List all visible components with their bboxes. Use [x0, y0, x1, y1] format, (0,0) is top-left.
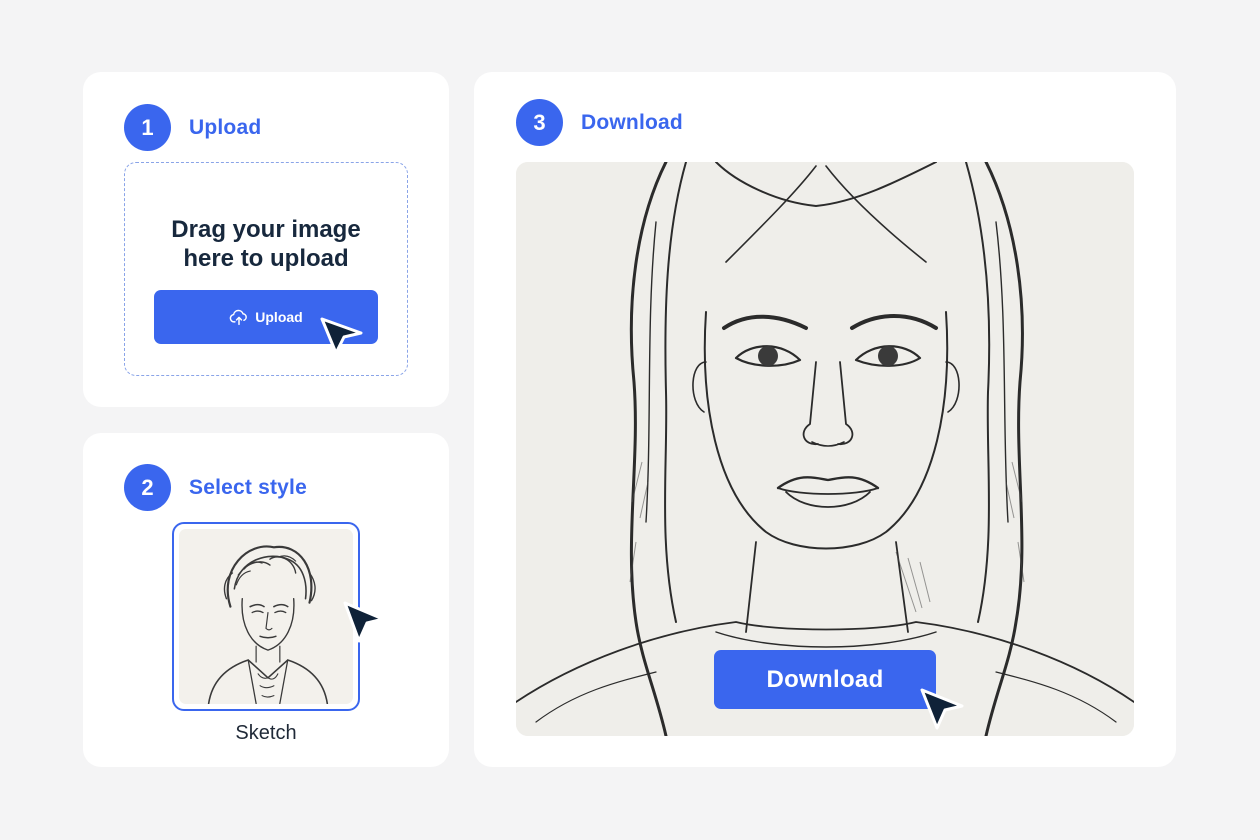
- cloud-upload-icon: [229, 309, 248, 326]
- upload-step-header: 1 Upload: [124, 104, 261, 151]
- style-step-header: 2 Select style: [124, 464, 307, 511]
- download-button[interactable]: Download: [714, 650, 936, 709]
- upload-step-title: Upload: [189, 115, 262, 139]
- download-card: 3 Download Download: [474, 72, 1176, 767]
- image-dropzone[interactable]: Drag your image here to upload Upload: [124, 162, 408, 376]
- mouse-pointer-icon: [920, 688, 964, 730]
- style-step-title: Select style: [189, 475, 307, 499]
- style-card: 2 Select style Sketch: [83, 433, 449, 767]
- sketch-style-preview: [179, 529, 353, 704]
- download-button-label: Download: [766, 665, 884, 693]
- download-step-title: Download: [581, 110, 683, 134]
- upload-button-label: Upload: [255, 309, 303, 325]
- style-option-sketch[interactable]: [172, 522, 360, 711]
- dropzone-instruction: Drag your image here to upload: [171, 216, 361, 272]
- man-portrait-sketch-image: [207, 545, 329, 704]
- download-step-header: 3 Download: [516, 99, 683, 146]
- mouse-pointer-icon: [343, 601, 385, 643]
- step-number-badge: 1: [124, 104, 171, 151]
- style-option-label: Sketch: [235, 722, 297, 744]
- step-number-badge: 2: [124, 464, 171, 511]
- result-image-preview: Download: [516, 162, 1134, 736]
- step-number-badge: 3: [516, 99, 563, 146]
- mouse-pointer-icon: [320, 317, 363, 355]
- upload-card: 1 Upload Drag your image here to upload …: [83, 72, 449, 407]
